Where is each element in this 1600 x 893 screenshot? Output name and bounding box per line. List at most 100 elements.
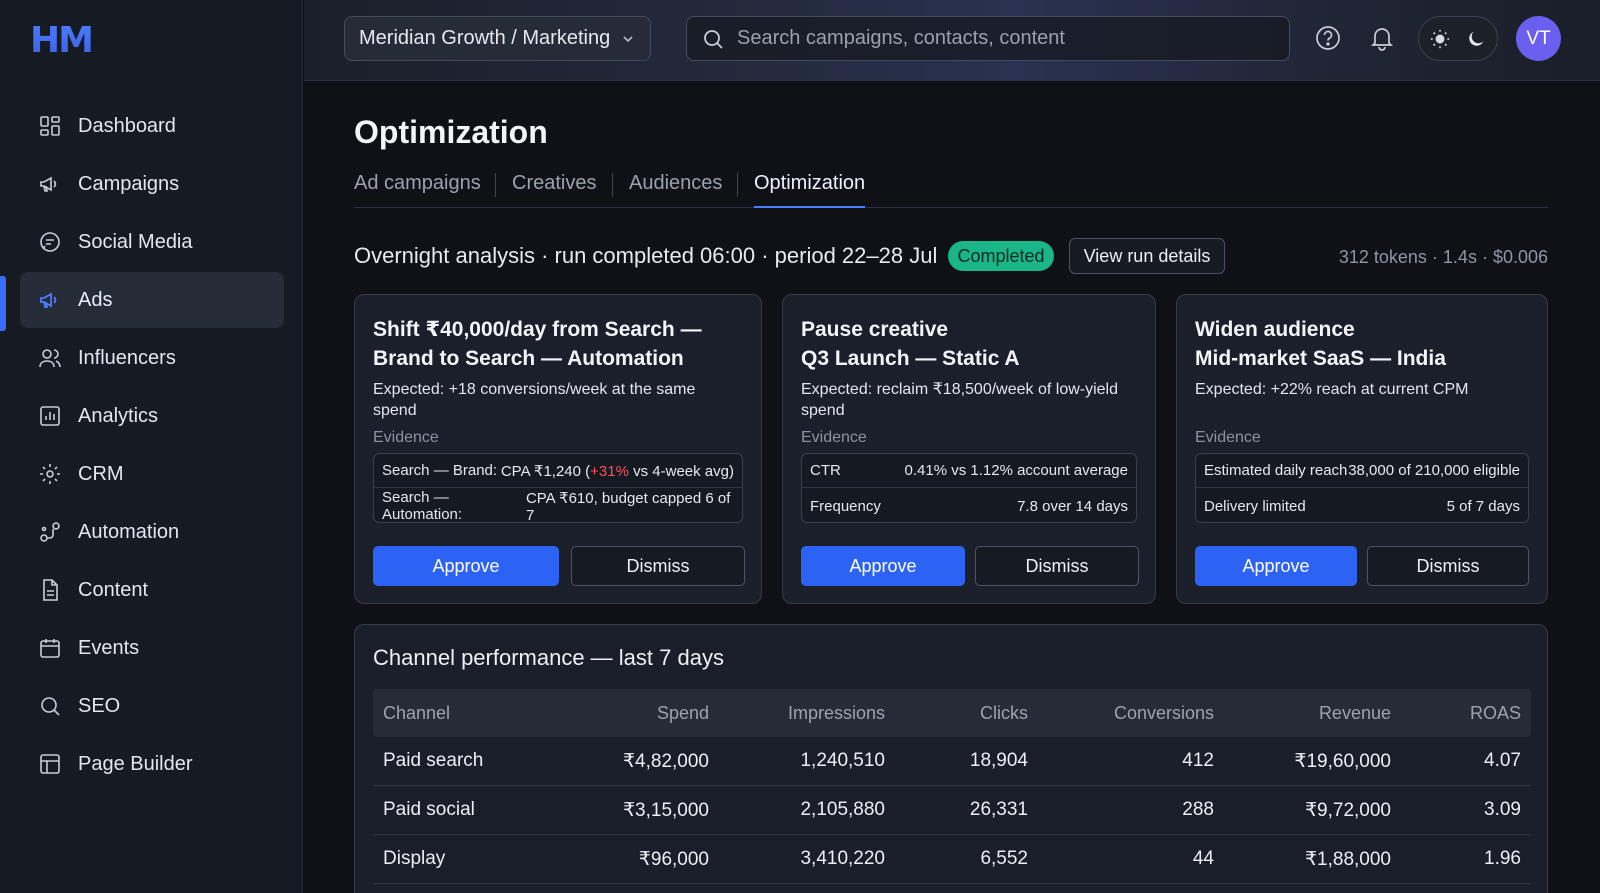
tab-divider xyxy=(612,173,613,197)
column-header[interactable]: Conversions xyxy=(1114,689,1214,737)
theme-toggle[interactable] xyxy=(1418,16,1498,61)
table-cell: ₹1,88,000 xyxy=(1304,848,1391,870)
status-badge: Completed xyxy=(948,241,1054,271)
evidence-label: Frequency xyxy=(810,497,881,515)
table-cell: 26,331 xyxy=(969,799,1028,820)
table-cell: ₹19,60,000 xyxy=(1294,750,1391,772)
approve-button[interactable]: Approve xyxy=(1195,546,1357,586)
automation-icon xyxy=(40,522,60,542)
bell-icon[interactable] xyxy=(1368,24,1396,52)
dismiss-button[interactable]: Dismiss xyxy=(1367,546,1529,586)
table-cell: ₹9,72,000 xyxy=(1304,799,1391,821)
column-header[interactable]: Channel xyxy=(383,689,450,737)
active-nav-indicator xyxy=(0,276,6,331)
table-cell: 44 xyxy=(1192,848,1214,869)
evidence-box: Estimated daily reach 38,000 of 210,000 … xyxy=(1195,453,1529,523)
dismiss-button[interactable]: Dismiss xyxy=(571,546,745,586)
sidebar-item-label: Influencers xyxy=(78,346,176,369)
chevron-down-icon xyxy=(623,36,633,43)
megaphone-icon xyxy=(40,292,57,308)
app-logo[interactable]: HM xyxy=(30,20,94,61)
sidebar-item-analytics[interactable]: Analytics xyxy=(20,388,284,444)
tab-creatives[interactable]: Creatives xyxy=(512,172,596,208)
search-input[interactable]: Search campaigns, contacts, content xyxy=(686,16,1290,61)
card-expected: Expected: reclaim ₹18,500/week of low-yi… xyxy=(801,381,1118,419)
table-cell: 2,105,880 xyxy=(800,799,885,820)
tab-divider xyxy=(737,173,738,197)
card-expected: Expected: +18 conversions/week at the sa… xyxy=(373,381,696,419)
sidebar-item-label: SEO xyxy=(78,694,121,717)
dismiss-button[interactable]: Dismiss xyxy=(975,546,1139,586)
evidence-label: Evidence xyxy=(1195,429,1261,446)
table-row[interactable]: Display ₹96,000 3,410,220 6,552 44 ₹1,88… xyxy=(373,835,1531,884)
evidence-value: 7.8 over 14 days xyxy=(1017,497,1128,515)
sidebar-item-automation[interactable]: Automation xyxy=(20,504,284,560)
table-cell: 18,904 xyxy=(969,750,1028,771)
column-header[interactable]: Clicks xyxy=(980,689,1028,737)
evidence-row: Estimated daily reach 38,000 of 210,000 … xyxy=(1196,454,1528,488)
layout-icon xyxy=(40,754,60,774)
sun-icon[interactable] xyxy=(1429,28,1451,50)
table-cell: 3,410,220 xyxy=(800,848,885,869)
sidebar-item-label: Automation xyxy=(78,520,180,543)
sidebar-item-label: Page Builder xyxy=(78,752,193,775)
search-icon xyxy=(704,30,723,49)
table-cell: ₹96,000 xyxy=(638,848,709,870)
column-header[interactable]: Impressions xyxy=(788,689,885,737)
table-header: Channel Spend Impressions Clicks Convers… xyxy=(373,689,1531,737)
approve-button[interactable]: Approve xyxy=(373,546,559,586)
table-cell: 288 xyxy=(1182,799,1214,820)
tab-optimization[interactable]: Optimization xyxy=(754,172,866,208)
view-run-details-button[interactable]: View run details xyxy=(1069,238,1225,274)
sidebar-item-content[interactable]: Content xyxy=(20,562,284,618)
document-icon xyxy=(43,579,58,601)
table-cell: Paid social xyxy=(383,799,475,820)
help-icon[interactable] xyxy=(1314,24,1342,52)
sidebar-nav: Dashboard Campaigns Social Media Ads Inf… xyxy=(20,98,284,794)
evidence-label: Evidence xyxy=(373,429,439,446)
evidence-label: CTR xyxy=(810,462,841,479)
users-icon xyxy=(39,349,61,368)
tab-ad-campaigns[interactable]: Ad campaigns xyxy=(354,172,481,208)
workspace-label: Meridian Growth / Marketing xyxy=(359,27,611,49)
sidebar-item-social-media[interactable]: Social Media xyxy=(20,214,284,270)
column-header[interactable]: Revenue xyxy=(1319,689,1391,737)
table-cell: 6,552 xyxy=(980,848,1028,869)
column-header[interactable]: Spend xyxy=(657,689,709,737)
sidebar-item-crm[interactable]: CRM xyxy=(20,446,284,502)
evidence-row: Frequency 7.8 over 14 days xyxy=(802,489,1136,523)
table-cell: 1,240,510 xyxy=(800,750,885,771)
search-icon xyxy=(41,697,60,716)
recommendation-card: Widen audience Mid-market SaaS — India E… xyxy=(1176,294,1548,604)
evidence-row: Delivery limited 5 of 7 days xyxy=(1196,489,1528,523)
sidebar-item-ads[interactable]: Ads xyxy=(20,272,284,328)
workspace-selector[interactable]: Meridian Growth / Marketing xyxy=(344,16,651,61)
avatar[interactable]: VT xyxy=(1516,16,1561,61)
search-placeholder: Search campaigns, contacts, content xyxy=(737,27,1065,49)
sidebar-item-seo[interactable]: SEO xyxy=(20,678,284,734)
sidebar-item-page-builder[interactable]: Page Builder xyxy=(20,736,284,792)
table-row[interactable]: Paid search ₹4,82,000 1,240,510 18,904 4… xyxy=(373,737,1531,786)
table-cell: 1.96 xyxy=(1484,848,1521,869)
sidebar-item-events[interactable]: Events xyxy=(20,620,284,676)
card-title-line: Shift ₹40,000/day from Search — xyxy=(373,318,702,341)
tab-divider xyxy=(495,173,496,197)
sidebar-item-label: Social Media xyxy=(78,230,193,253)
recommendation-card: Shift ₹40,000/day from Search — Brand to… xyxy=(354,294,762,604)
table-row[interactable]: Paid social ₹3,15,000 2,105,880 26,331 2… xyxy=(373,786,1531,835)
evidence-row: Search — Brand: CPA ₹1,240 (+31% vs 4-we… xyxy=(374,454,742,488)
tab-audiences[interactable]: Audiences xyxy=(629,172,722,208)
approve-button[interactable]: Approve xyxy=(801,546,965,586)
card-title-line: Pause creative xyxy=(801,318,949,341)
calendar-icon xyxy=(40,639,60,658)
sidebar-item-influencers[interactable]: Influencers xyxy=(20,330,284,386)
run-meta: 312 tokens · 1.4s · $0.006 xyxy=(1338,247,1548,267)
sidebar-item-dashboard[interactable]: Dashboard xyxy=(20,98,284,154)
table-cell: 3.09 xyxy=(1484,799,1521,820)
card-title-line: Widen audience xyxy=(1195,318,1355,341)
sidebar-item-campaigns[interactable]: Campaigns xyxy=(20,156,284,212)
table-cell: ₹3,15,000 xyxy=(622,799,709,821)
evidence-label: Delivery limited xyxy=(1204,497,1306,515)
moon-icon[interactable] xyxy=(1465,28,1487,50)
column-header[interactable]: ROAS xyxy=(1470,689,1521,737)
